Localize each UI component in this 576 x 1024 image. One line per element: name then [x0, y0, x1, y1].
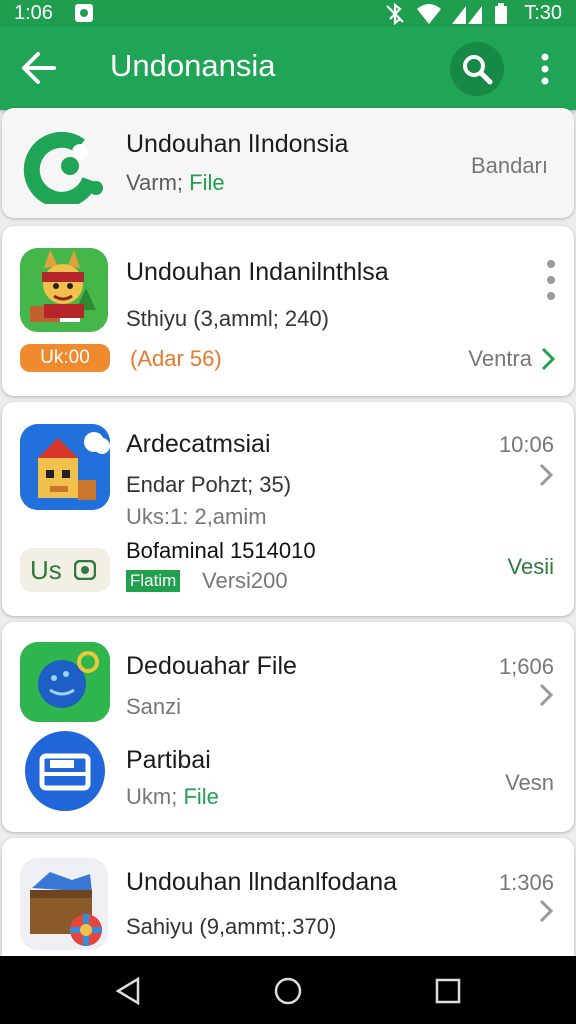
system-nav-bar — [0, 956, 576, 1024]
item-secondary-prefix: Ukm; — [126, 784, 184, 809]
item-title: Undouhan Indanilnthlsa — [126, 258, 389, 286]
list-item[interactable]: Undouhan llndanlfodana 1:306 Sahiyu (9,a… — [2, 838, 574, 968]
item-time: 10:06 — [498, 432, 554, 457]
home-circle-icon — [274, 977, 302, 1005]
badge-icon — [74, 560, 96, 580]
green-badge: Flatim — [126, 570, 181, 592]
badge-label: Us — [30, 555, 62, 585]
item-title: Undouhan lIndonsia — [126, 130, 349, 158]
item-secondary-file: File — [183, 784, 219, 809]
app-bar: Undonansia — [0, 26, 576, 110]
app-logo-icon — [20, 128, 106, 204]
item-subtitle-file: File — [189, 170, 225, 195]
page-title: Undonansia — [110, 48, 276, 83]
item-secondary-title: Partibai — [126, 746, 211, 774]
back-nav-button[interactable] — [114, 976, 142, 1006]
status-time: 1:06 — [14, 2, 53, 24]
item-note: (Adar 56) — [130, 346, 222, 371]
item-version: Versi200 — [202, 568, 288, 593]
item-secondary-title: Bofaminal 1514010 — [126, 538, 316, 563]
search-button[interactable] — [450, 42, 504, 96]
scanner-app-icon — [20, 730, 110, 812]
item-secondary-subtitle: Ukm; File — [126, 784, 219, 810]
chat-app-icon — [20, 642, 110, 722]
house-character-icon — [20, 424, 110, 510]
item-action[interactable]: Bandarı — [471, 153, 548, 179]
treasure-chest-icon — [20, 858, 108, 950]
item-title: Undouhan llndanlfodana — [126, 868, 398, 896]
back-triangle-icon — [115, 976, 140, 1006]
chevron-right-icon — [539, 463, 554, 487]
list-item[interactable]: Ardecatmsiai 10:06 Endar Pohzt; 35) Uks:… — [2, 402, 574, 616]
item-title: Dedouahar File — [126, 652, 297, 680]
recents-square-icon — [435, 978, 461, 1004]
item-subtitle: Endar Pohzt; 35) — [126, 472, 292, 497]
item-action[interactable]: Ventra — [468, 346, 532, 372]
more-vert-icon — [541, 53, 549, 85]
chevron-right-icon — [541, 347, 556, 371]
recents-nav-button[interactable] — [434, 977, 462, 1005]
item-title: Ardecatmsiai — [126, 430, 271, 458]
chevron-right-icon — [539, 899, 554, 923]
status-badge: Us — [20, 548, 110, 592]
item-subtitle: Varm; File — [126, 170, 225, 196]
item-subtitle: Sanzi — [126, 694, 182, 719]
back-button[interactable] — [20, 50, 58, 86]
item-time: 1:306 — [498, 870, 554, 895]
item-overflow-button[interactable] — [544, 258, 558, 302]
item-detail: Uks:1: 2,amim — [126, 504, 267, 529]
home-nav-button[interactable] — [273, 976, 303, 1006]
item-action[interactable]: Vesii — [508, 554, 554, 580]
list-item[interactable]: Undouhan Indanilnthlsa Sthiyu (3,amml; 2… — [2, 226, 574, 396]
item-subtitle: Sahiyu (9,ammt;.370) — [126, 914, 337, 939]
item-time: 1;606 — [498, 654, 554, 679]
item-action[interactable]: Vesn — [505, 770, 554, 796]
more-options-button[interactable] — [533, 50, 557, 90]
status-badge: Uk:00 — [20, 344, 110, 372]
list-item[interactable]: Undouhan lIndonsia Varm; File Bandarı — [2, 108, 574, 218]
item-subtitle-prefix: Varm; — [126, 170, 190, 195]
notification-icon — [74, 3, 94, 23]
status-clock: T:30 — [524, 2, 562, 24]
game-character-icon — [20, 248, 108, 332]
status-bar: 1:06 T:30 — [0, 0, 576, 26]
list-item[interactable]: Dedouahar File 1;606 Sanzi Partibai Ukm;… — [2, 622, 574, 832]
item-subtitle: Sthiyu (3,amml; 240) — [126, 306, 329, 331]
search-icon — [463, 55, 493, 85]
more-vert-icon — [547, 260, 555, 300]
chevron-right-icon — [539, 683, 554, 707]
